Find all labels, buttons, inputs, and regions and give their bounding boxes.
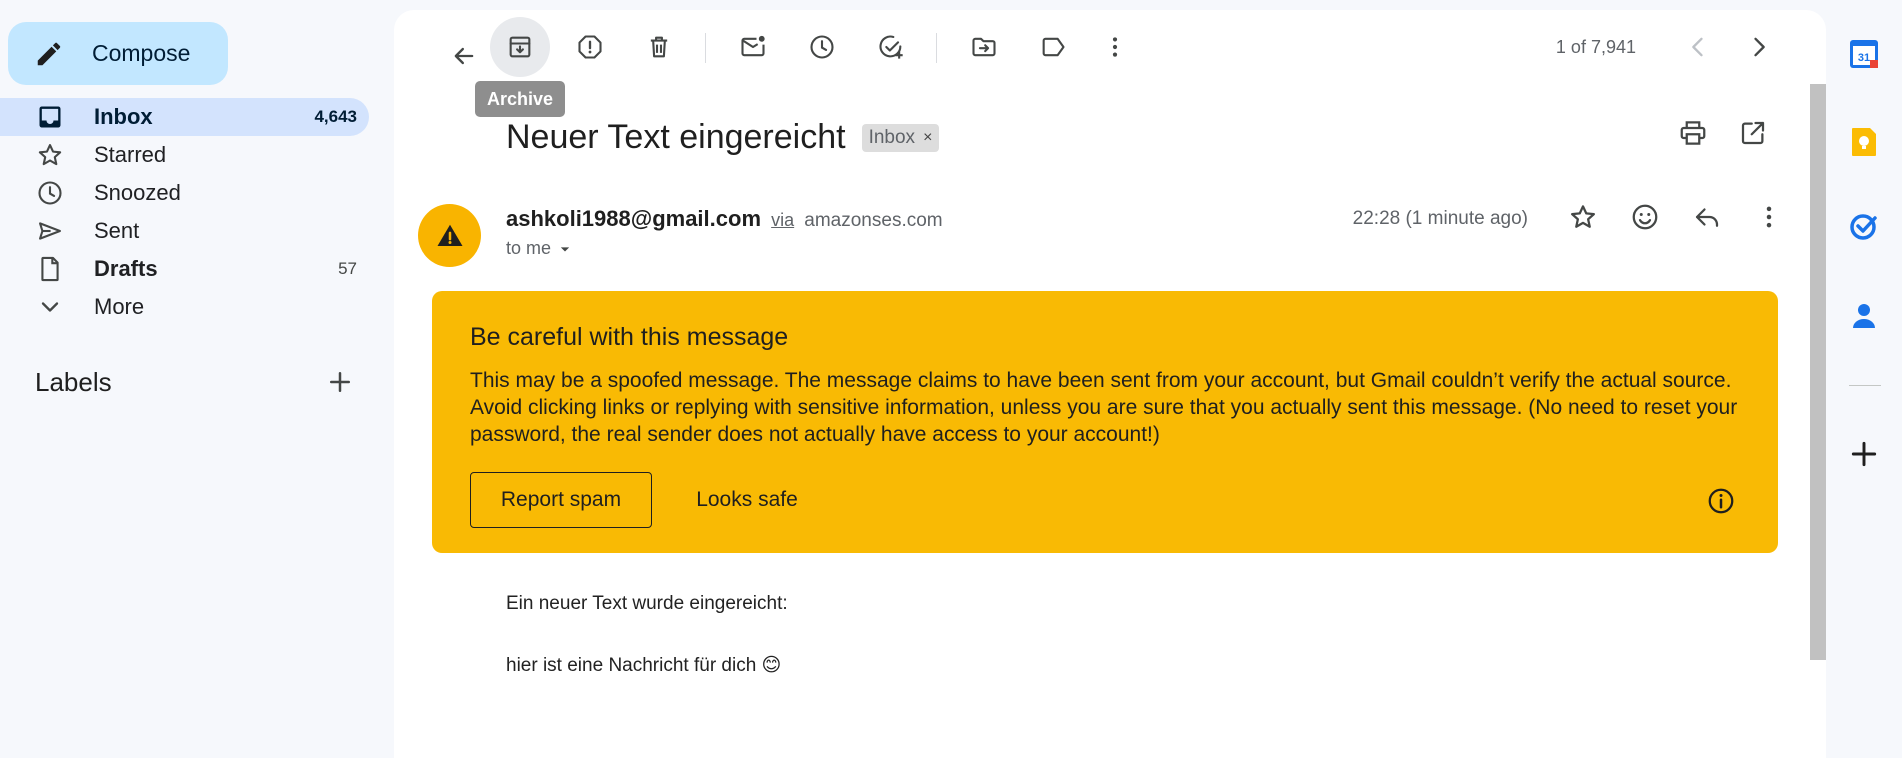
archive-tooltip: Archive — [475, 81, 566, 117]
sidebar-item-sent[interactable]: Sent — [0, 212, 369, 250]
send-icon — [39, 222, 61, 240]
inbox-label-badge: Inbox × — [861, 123, 940, 152]
chevron-down-icon — [41, 302, 59, 312]
warning-text: This may be a spoofed message. The messa… — [470, 369, 1738, 446]
remove-label-button[interactable]: × — [923, 129, 932, 147]
reply-icon[interactable] — [1692, 202, 1722, 232]
sidebar-item-snoozed[interactable]: Snoozed — [0, 174, 369, 212]
email-subject: Neuer Text eingereicht — [506, 118, 846, 156]
mail-unread-icon — [741, 35, 765, 57]
warning-title: Be careful with this message — [470, 323, 789, 351]
labels-header: Labels — [35, 364, 355, 400]
report-spam-button[interactable]: Report spam — [470, 472, 652, 528]
snooze-button[interactable] — [792, 17, 852, 77]
message-body-line: hier ist eine Nachricht für dich 😊 — [506, 655, 782, 676]
archive-icon — [509, 36, 531, 58]
move-to-button[interactable] — [954, 17, 1014, 77]
nav-list: Inbox 4,643 Starred Snoozed Sent Drafts … — [0, 98, 369, 326]
add-task-button[interactable] — [861, 17, 921, 77]
more-vert-icon[interactable] — [1754, 202, 1784, 232]
sender-avatar[interactable] — [418, 204, 481, 267]
draft-icon — [41, 256, 59, 282]
sidebar: Compose Inbox 4,643 Starred Snoozed Sent… — [0, 0, 394, 758]
pager-text: 1 of 7,941 — [1555, 37, 1636, 57]
delete-button[interactable] — [629, 17, 689, 77]
sidebar-item-inbox[interactable]: Inbox 4,643 — [0, 98, 369, 136]
warning-icon — [437, 224, 462, 246]
compose-button[interactable]: Compose — [8, 22, 228, 85]
report-spam-button[interactable] — [560, 17, 620, 77]
clock-icon — [810, 35, 834, 59]
sidebar-item-label: Snoozed — [94, 180, 181, 205]
labels-title: Labels — [35, 366, 112, 397]
unread-count: 4,643 — [314, 107, 357, 126]
tasks-icon[interactable] — [1848, 210, 1880, 242]
sidebar-item-label: Sent — [94, 218, 140, 243]
add-task-icon — [879, 35, 903, 59]
sidebar-item-drafts[interactable]: Drafts 57 — [0, 250, 369, 288]
scrollbar[interactable] — [1810, 84, 1826, 660]
plus-icon[interactable] — [1848, 438, 1880, 470]
clock-icon — [38, 181, 62, 205]
message-body-line: Ein neuer Text wurde eingereicht: — [506, 593, 788, 614]
compose-label: Compose — [92, 40, 191, 66]
chevron-right-icon — [1754, 37, 1765, 57]
sender-email[interactable]: ashkoli1988@gmail.com — [506, 206, 761, 231]
info-icon[interactable] — [1706, 486, 1736, 516]
side-panel-rail: 31 — [1826, 0, 1902, 758]
toolbar-divider — [705, 33, 706, 63]
folder-move-icon — [972, 37, 996, 57]
sidebar-item-more[interactable]: More — [0, 288, 369, 326]
keep-icon[interactable] — [1848, 126, 1880, 158]
sidebar-item-label: Inbox — [94, 104, 153, 129]
labels-button[interactable] — [1023, 17, 1083, 77]
print-icon[interactable] — [1678, 118, 1708, 148]
open-new-window-icon[interactable] — [1738, 118, 1768, 148]
message-actions — [1568, 202, 1784, 232]
report-icon — [578, 35, 602, 59]
plus-icon[interactable] — [325, 367, 355, 397]
rail-divider — [1849, 385, 1881, 386]
label-icon — [1042, 37, 1065, 57]
star-icon — [38, 144, 62, 166]
message-timestamp: 22:28 (1 minute ago) — [1352, 208, 1528, 229]
more-vert-icon — [1112, 37, 1118, 57]
subject-actions — [1678, 118, 1768, 148]
older-button[interactable] — [1729, 17, 1789, 77]
contacts-icon[interactable] — [1848, 300, 1880, 332]
sidebar-item-label: Starred — [94, 142, 167, 167]
calendar-day: 31 — [1858, 52, 1870, 64]
emoji-icon[interactable] — [1630, 202, 1660, 232]
calendar-icon[interactable]: 31 — [1848, 38, 1880, 70]
message-view: 1 of 7,941 Archive Neuer Text eingereich… — [394, 10, 1826, 758]
draft-count: 57 — [338, 259, 357, 278]
sidebar-item-label: More — [94, 294, 145, 319]
sidebar-item-label: Drafts — [94, 256, 158, 281]
chevron-left-icon — [1692, 37, 1703, 57]
via-domain: amazonses.com — [804, 210, 943, 231]
spoof-warning-banner: Be careful with this message This may be… — [432, 291, 1778, 553]
recipient-label: to me — [506, 238, 552, 258]
message-toolbar: 1 of 7,941 — [394, 10, 1826, 86]
inbox-icon — [39, 106, 61, 128]
via-link[interactable]: via — [771, 210, 794, 230]
looks-safe-button[interactable]: Looks safe — [677, 472, 817, 528]
toolbar-divider — [936, 33, 937, 63]
archive-button[interactable] — [490, 17, 550, 77]
pencil-icon — [37, 42, 61, 65]
back-button[interactable] — [434, 26, 494, 86]
mark-unread-button[interactable] — [723, 17, 783, 77]
badge-label: Inbox — [868, 126, 916, 148]
arrow-left-icon — [454, 47, 474, 65]
newer-button[interactable] — [1668, 17, 1728, 77]
sender-line: ashkoli1988@gmail.com via amazonses.com — [506, 206, 943, 232]
trash-icon — [650, 36, 668, 58]
star-icon[interactable] — [1568, 202, 1598, 232]
caret-down-icon — [560, 246, 570, 251]
more-options-button[interactable] — [1085, 17, 1145, 77]
subject-row: Neuer Text eingereicht Inbox × — [506, 118, 940, 157]
recipient-details[interactable]: to me — [506, 238, 575, 259]
sidebar-item-starred[interactable]: Starred — [0, 136, 369, 174]
